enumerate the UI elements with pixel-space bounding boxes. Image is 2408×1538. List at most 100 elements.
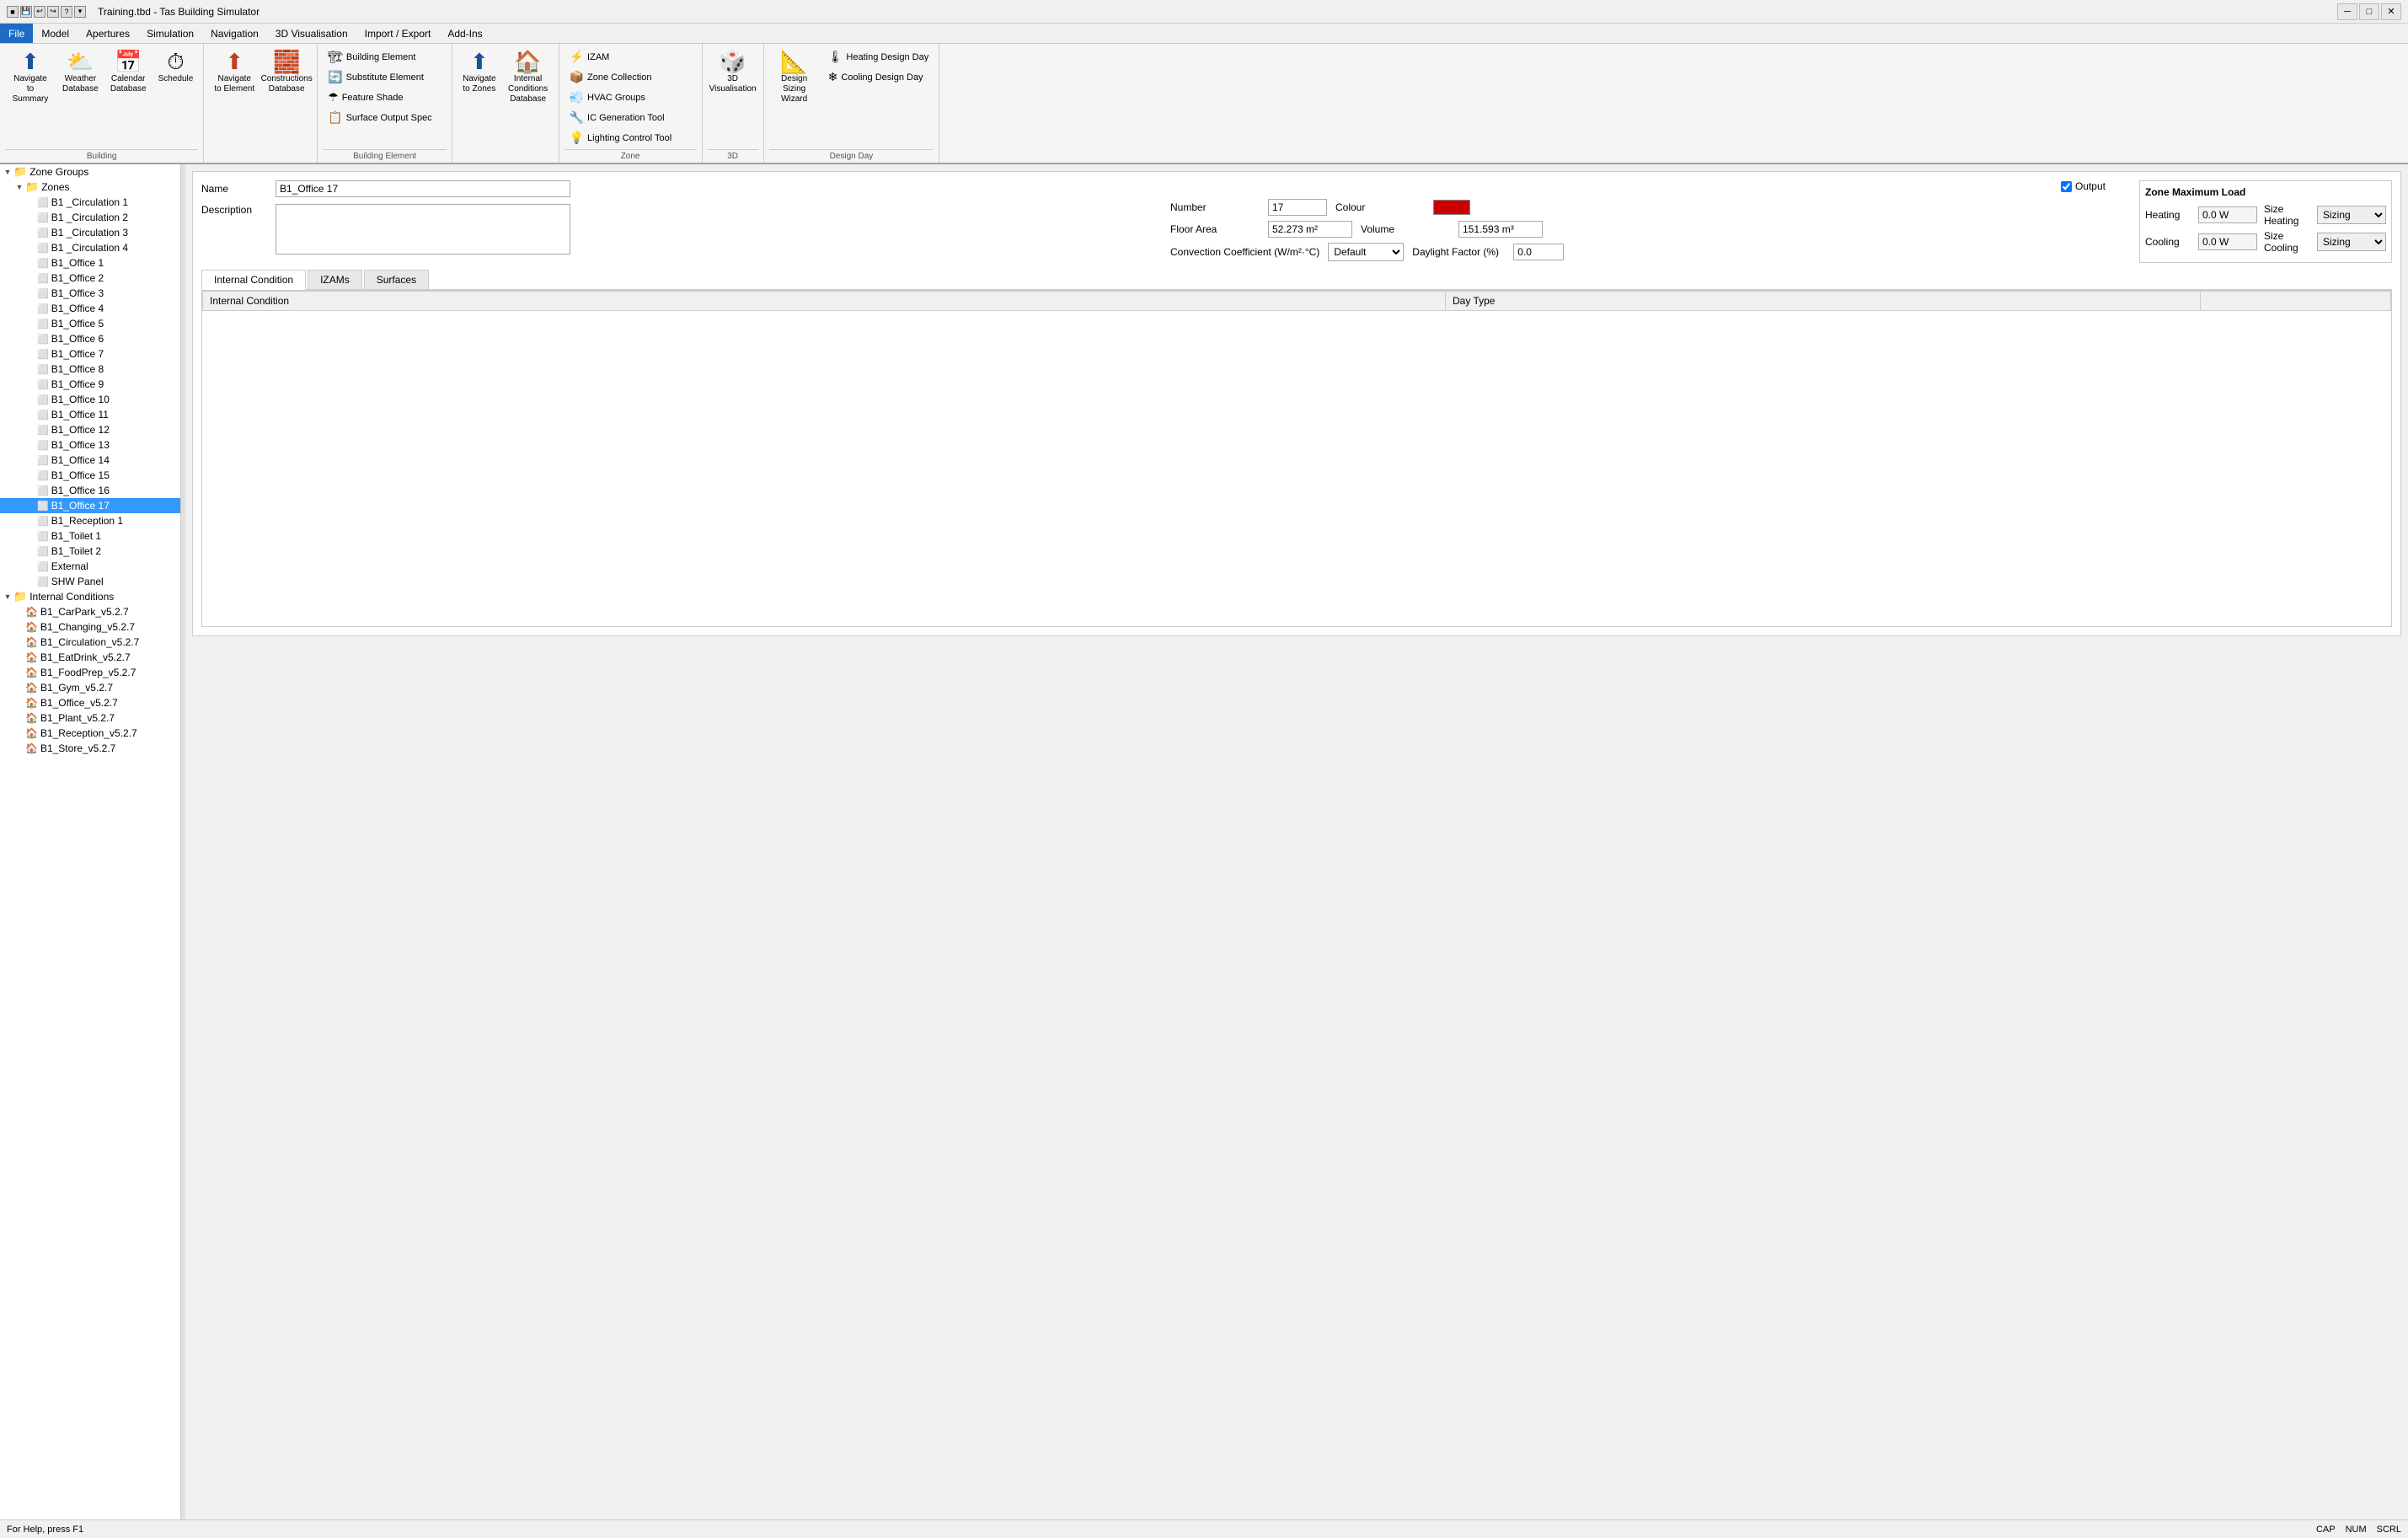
schedule-button[interactable]: ⏱ Schedule (153, 47, 199, 88)
hvac-groups-button[interactable]: 💨 HVAC Groups (565, 88, 677, 107)
col-extra (2201, 292, 2391, 311)
size-heating-select[interactable]: Sizing Fixed (2317, 206, 2386, 224)
sidebar-item-internal-conditions[interactable]: ▼📁Internal Conditions (0, 589, 180, 604)
sidebar-item-b1-circulation[interactable]: 🏠B1_Circulation_v5.2.7 (0, 635, 180, 650)
save-icon[interactable]: 💾 (20, 6, 32, 18)
maximize-button[interactable]: □ (2359, 3, 2379, 20)
conv-coeff-select[interactable]: Default (1328, 243, 1404, 261)
menu-file[interactable]: File (0, 24, 33, 43)
sidebar-item-b1-office-7[interactable]: ⬜B1_Office 7 (0, 346, 180, 362)
zone-collection-button[interactable]: 📦 Zone Collection (565, 67, 677, 87)
sidebar-item-b1-office-3[interactable]: ⬜B1_Office 3 (0, 286, 180, 301)
navigate-to-element-button[interactable]: ⬆ Navigateto Element (209, 47, 260, 98)
design-sizing-button[interactable]: 📐 DesignSizing Wizard (769, 47, 820, 108)
sidebar-item-b1-circ-3[interactable]: ⬜B1 _Circulation 3 (0, 225, 180, 240)
tab-internal-condition[interactable]: Internal Condition (201, 270, 306, 290)
sidebar-item-b1-office-2[interactable]: ⬜B1_Office 2 (0, 271, 180, 286)
cooling-design-button[interactable]: ❄ Cooling Design Day (823, 67, 934, 87)
sidebar-item-b1-toilet-2[interactable]: ⬜B1_Toilet 2 (0, 544, 180, 559)
colour-swatch[interactable] (1433, 200, 1470, 215)
sidebar-item-b1-office-11[interactable]: ⬜B1_Office 11 (0, 407, 180, 422)
undo-icon[interactable]: ↩ (34, 6, 45, 18)
3d-visualisation-button[interactable]: 🎲 3DVisualisation (708, 47, 758, 98)
help-text: For Help, press F1 (7, 1525, 83, 1535)
sidebar-item-b1-office-4[interactable]: ⬜B1_Office 4 (0, 301, 180, 316)
description-input[interactable] (276, 204, 570, 255)
surface-output-button[interactable]: 📋 Surface Output Spec (323, 108, 437, 127)
redo-icon[interactable]: ↪ (47, 6, 59, 18)
sidebar-item-b1-changing[interactable]: 🏠B1_Changing_v5.2.7 (0, 619, 180, 635)
daylight-factor-input[interactable] (1513, 244, 1564, 260)
sidebar-item-b1-office-1[interactable]: ⬜B1_Office 1 (0, 255, 180, 271)
sidebar-item-b1-store[interactable]: 🏠B1_Store_v5.2.7 (0, 741, 180, 756)
sidebar-item-zone-groups[interactable]: ▼📁Zone Groups (0, 164, 180, 180)
lighting-control-button[interactable]: 💡 Lighting Control Tool (565, 128, 677, 147)
sidebar-item-b1-plant[interactable]: 🏠B1_Plant_v5.2.7 (0, 710, 180, 726)
tab-izams[interactable]: IZAMs (308, 270, 362, 289)
expand-arrow[interactable]: ▼ (2, 168, 13, 176)
menu-model[interactable]: Model (33, 24, 78, 43)
size-cooling-select[interactable]: Sizing Fixed (2317, 233, 2386, 251)
sidebar-item-b1-circ-2[interactable]: ⬜B1 _Circulation 2 (0, 210, 180, 225)
close-button[interactable]: ✕ (2381, 3, 2401, 20)
sidebar-item-b1-eatdrink[interactable]: 🏠B1_EatDrink_v5.2.7 (0, 650, 180, 665)
output-checkbox[interactable] (2061, 181, 2072, 192)
expand-arrow[interactable]: ▼ (13, 183, 25, 191)
design-day-group-label: Design Day (769, 149, 934, 161)
building-element-button[interactable]: 🏗 Building Element (323, 47, 437, 67)
sidebar-item-external[interactable]: ⬜External (0, 559, 180, 574)
ic-generation-button[interactable]: 🔧 IC Generation Tool (565, 108, 677, 127)
expand-arrow[interactable]: ▼ (2, 592, 13, 601)
weather-database-button[interactable]: ⛅ WeatherDatabase (57, 47, 104, 98)
tab-surfaces[interactable]: Surfaces (364, 270, 429, 289)
menu-navigation[interactable]: Navigation (202, 24, 267, 43)
substitute-element-button[interactable]: 🔄 Substitute Element (323, 67, 437, 87)
sidebar-item-b1-office-12[interactable]: ⬜B1_Office 12 (0, 422, 180, 437)
name-input[interactable] (276, 180, 570, 197)
sidebar-item-b1-toilet-1[interactable]: ⬜B1_Toilet 1 (0, 528, 180, 544)
sidebar-item-shw-panel[interactable]: ⬜SHW Panel (0, 574, 180, 589)
constructions-database-button[interactable]: 🧱 ConstructionsDatabase (261, 47, 312, 98)
menu-3d-visualisation[interactable]: 3D Visualisation (267, 24, 356, 43)
menu-apertures[interactable]: Apertures (78, 24, 138, 43)
izam-button[interactable]: ⚡ IZAM (565, 47, 677, 67)
sidebar-item-b1-office-5[interactable]: ⬜B1_Office 5 (0, 316, 180, 331)
conv-daylight-row: Convection Coefficient (W/m²·°C) Default… (1170, 243, 2122, 261)
calendar-database-button[interactable]: 📅 CalendarDatabase (105, 47, 152, 98)
hvac-groups-icon: 💨 (570, 90, 584, 104)
sidebar-item-b1-gym[interactable]: 🏠B1_Gym_v5.2.7 (0, 680, 180, 695)
sidebar-item-b1-foodprep[interactable]: 🏠B1_FoodPrep_v5.2.7 (0, 665, 180, 680)
sidebar-item-b1-office-ic[interactable]: 🏠B1_Office_v5.2.7 (0, 695, 180, 710)
menu-import-export[interactable]: Import / Export (356, 24, 440, 43)
3d-group-label: 3D (708, 149, 758, 161)
sidebar-item-b1-office-13[interactable]: ⬜B1_Office 13 (0, 437, 180, 453)
internal-conditions-db-button[interactable]: 🏠 Internal ConditionsDatabase (503, 47, 554, 108)
menu-add-ins[interactable]: Add-Ins (439, 24, 490, 43)
sidebar-item-b1-office-17[interactable]: ⬜B1_Office 17 (0, 498, 180, 513)
help-icon[interactable]: ? (61, 6, 72, 18)
sidebar-item-b1-office-10[interactable]: ⬜B1_Office 10 (0, 392, 180, 407)
minimize-button[interactable]: ─ (2337, 3, 2357, 20)
sidebar-item-b1-office-16[interactable]: ⬜B1_Office 16 (0, 483, 180, 498)
tree-label: B1_Toilet 1 (51, 530, 101, 542)
sidebar-item-b1-reception-1[interactable]: ⬜B1_Reception 1 (0, 513, 180, 528)
sidebar-item-b1-circ-4[interactable]: ⬜B1 _Circulation 4 (0, 240, 180, 255)
navigate-to-zones-button[interactable]: ⬆ Navigateto Zones (458, 47, 500, 98)
app-menu-icon[interactable]: ■ (7, 6, 19, 18)
sidebar-item-zones[interactable]: ▼📁Zones (0, 180, 180, 195)
sidebar-item-b1-office-6[interactable]: ⬜B1_Office 6 (0, 331, 180, 346)
menu-simulation[interactable]: Simulation (138, 24, 202, 43)
sidebar-item-b1-carpark[interactable]: 🏠B1_CarPark_v5.2.7 (0, 604, 180, 619)
navigate-to-summary-button[interactable]: ⬆ Navigate toSummary (5, 47, 56, 108)
sidebar-item-b1-office-15[interactable]: ⬜B1_Office 15 (0, 468, 180, 483)
sidebar-item-b1-office-9[interactable]: ⬜B1_Office 9 (0, 377, 180, 392)
sidebar-item-b1-reception-ic[interactable]: 🏠B1_Reception_v5.2.7 (0, 726, 180, 741)
number-input[interactable] (1268, 199, 1327, 216)
sidebar-item-b1-office-14[interactable]: ⬜B1_Office 14 (0, 453, 180, 468)
feature-shade-button[interactable]: ☂ Feature Shade (323, 88, 437, 107)
heating-design-button[interactable]: 🌡 Heating Design Day (823, 47, 934, 67)
expand-icon[interactable]: ▾ (74, 6, 86, 18)
sidebar-item-b1-circ-1[interactable]: ⬜B1 _Circulation 1 (0, 195, 180, 210)
izam-label: IZAM (587, 52, 609, 62)
sidebar-item-b1-office-8[interactable]: ⬜B1_Office 8 (0, 362, 180, 377)
